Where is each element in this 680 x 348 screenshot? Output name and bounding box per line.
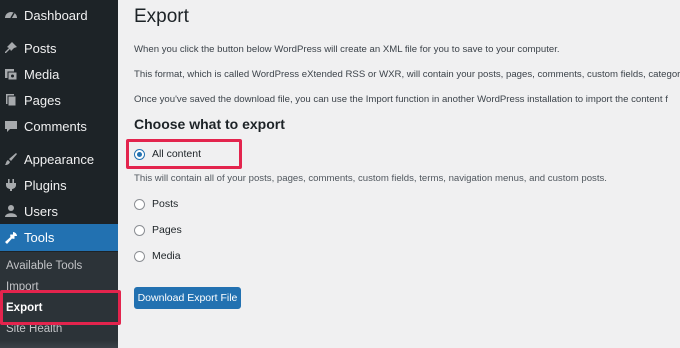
radio-media[interactable]: Media [134,248,181,264]
pages-icon [4,93,18,107]
radio-label: Posts [152,198,179,210]
sidebar-item-comments[interactable]: Comments [0,113,118,139]
sidebar-item-label: Media [24,66,60,82]
sidebar-item-label: Appearance [24,151,95,167]
page-title: Export [134,6,189,27]
sidebar-fade [0,340,118,348]
sidebar-item-users[interactable]: Users [0,198,118,224]
sidebar-item-media[interactable]: Media [0,61,118,87]
sidebar-item-label: Plugins [24,177,67,193]
radio-posts[interactable]: Posts [134,196,178,212]
sidebar-item-label: Tools [24,230,55,245]
radio-button[interactable] [134,250,145,262]
submenu-item-available-tools[interactable]: Available Tools [6,260,82,272]
sidebar-item-posts[interactable]: Posts [0,35,118,61]
sidebar-item-tools[interactable]: Tools [0,224,118,251]
pin-icon [4,41,18,55]
wrench-icon [4,231,18,245]
export-highlight-box [0,290,121,325]
sidebar-item-label: Dashboard [24,7,88,23]
media-icon [4,67,18,81]
all-content-description: This will contain all of your posts, pag… [134,173,607,184]
sidebar-item-label: Posts [24,40,57,56]
users-icon [4,204,18,218]
comments-icon [4,119,18,133]
download-export-button[interactable]: Download Export File [134,287,241,309]
sidebar-item-plugins[interactable]: Plugins [0,172,118,198]
sidebar-item-pages[interactable]: Pages [0,87,118,113]
section-title: Choose what to export [134,116,285,132]
radio-pages[interactable]: Pages [134,222,182,238]
sidebar-item-label: Comments [24,118,87,134]
main-content: Export When you click the button below W… [118,0,680,348]
sidebar-item-dashboard[interactable]: Dashboard [0,2,118,28]
intro-paragraph-1: When you click the button below WordPres… [134,44,560,55]
sidebar-item-appearance[interactable]: Appearance [0,146,118,172]
sidebar-item-label: Users [24,203,58,219]
intro-paragraph-3: Once you've saved the download file, you… [134,94,668,105]
radio-label: Media [152,250,181,262]
radio-button[interactable] [134,198,145,210]
brush-icon [4,152,18,166]
radio-button[interactable] [134,224,145,236]
plugin-icon [4,178,18,192]
sidebar-item-label: Pages [24,92,61,108]
intro-paragraph-2: This format, which is called WordPress e… [134,69,680,80]
radio-label: Pages [152,224,182,236]
dashboard-icon [4,8,18,22]
all-content-highlight-box [126,139,242,169]
